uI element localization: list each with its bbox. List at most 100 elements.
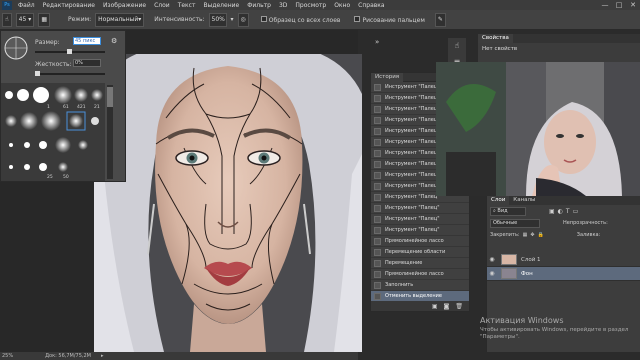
intensity-label: Интенсивность: — [154, 16, 205, 23]
history-item-label: Перемещение — [385, 260, 423, 266]
tab-properties[interactable]: Свойства — [478, 34, 513, 43]
pressure-icon[interactable]: ◎ — [237, 12, 249, 27]
history-item-label: Прямолинейное лассо — [385, 238, 444, 244]
menu-file[interactable]: Файл — [14, 2, 39, 9]
menu-select[interactable]: Выделение — [199, 2, 243, 9]
chevron-down-icon: ▾ — [138, 16, 142, 23]
scrollbar-thumb[interactable] — [107, 87, 113, 107]
brush-presets-illustration[interactable] — [1, 83, 105, 181]
mode-label: Режим: — [67, 16, 92, 23]
brush-angle-icon[interactable] — [3, 35, 29, 61]
lock-all-icon[interactable]: 🔒 — [538, 232, 544, 238]
menu-image[interactable]: Изображение — [99, 2, 150, 9]
history-item[interactable]: Инструмент "Палец" — [371, 203, 469, 214]
tab-channels[interactable]: Каналы — [509, 196, 539, 205]
doc-size: Док: 56,7M/75,2M — [45, 353, 91, 359]
size-slider-handle[interactable] — [67, 49, 72, 54]
expand-icon[interactable]: » — [375, 38, 385, 48]
brush-size-value: 45 — [18, 16, 27, 23]
zoom-level[interactable]: 25% — [2, 353, 13, 359]
hardness-label: Жесткость: — [35, 61, 72, 68]
hardness-input[interactable]: 0% — [73, 59, 101, 67]
layer-row[interactable]: ◉ Слой 1 — [487, 253, 640, 267]
chevron-right-icon[interactable]: ▸ — [101, 353, 104, 359]
options-bar: ☝ 45 ▾ ▦ Режим: Нормальный ▾ Интенсивност… — [0, 10, 640, 30]
mode-select[interactable]: Нормальный ▾ — [95, 12, 145, 27]
menu-view[interactable]: Просмотр — [291, 2, 330, 9]
preset-label: 1 — [47, 105, 50, 110]
history-item[interactable]: Перемещение — [371, 258, 469, 269]
history-step-icon — [374, 281, 381, 289]
history-item[interactable]: Заполнить — [371, 280, 469, 291]
pressure-size-icon[interactable]: ✎ — [434, 12, 446, 27]
history-item-label: Инструмент "Палец" — [385, 117, 440, 123]
menu-edit[interactable]: Редактирование — [39, 2, 99, 9]
history-item-label: Инструмент "Палец" — [385, 227, 440, 233]
window-controls: — □ ✕ — [598, 0, 640, 10]
menu-layers[interactable]: Слои — [150, 2, 174, 9]
layer-row[interactable]: ◉ Фон — [487, 267, 640, 281]
intensity-input[interactable]: 50% — [208, 12, 227, 27]
filter-text-icon[interactable]: T — [566, 208, 570, 215]
history-step-icon — [374, 237, 381, 245]
chevron-down-icon[interactable]: ▾ — [231, 16, 234, 23]
tab-history[interactable]: История — [371, 72, 404, 82]
chevron-down-icon: ▾ — [28, 16, 32, 23]
menu-window[interactable]: Окно — [330, 2, 354, 9]
hand-icon[interactable]: ☝ — [448, 38, 466, 54]
history-item-label: Инструмент "Палец" — [385, 84, 440, 90]
menu-text[interactable]: Текст — [174, 2, 200, 9]
layer-thumbnail — [501, 268, 517, 279]
tab-layers[interactable]: Слои — [487, 196, 510, 205]
brush-preset-picker[interactable]: 45 ▾ — [15, 12, 35, 27]
lock-move-icon[interactable]: ✥ — [530, 232, 534, 238]
close-button[interactable]: ✕ — [626, 0, 640, 10]
filter-image-icon[interactable]: ▣ — [549, 208, 555, 215]
history-step-icon — [374, 193, 381, 201]
finger-painting-checkbox[interactable]: Рисование пальцем — [354, 15, 425, 24]
history-item-label: Инструмент "Палец" — [385, 183, 440, 189]
menu-filter[interactable]: Фильтр — [243, 2, 275, 9]
history-item-label: Инструмент "Палец" — [385, 161, 440, 167]
size-label: Размер: — [35, 39, 60, 46]
properties-panel: Свойства Нет свойств — [478, 34, 640, 62]
trash-icon[interactable]: 🗑 — [455, 303, 463, 310]
lock-pixels-icon[interactable]: ▦ — [523, 232, 528, 238]
layer-name[interactable]: Слой 1 — [521, 257, 541, 263]
filter-adjust-icon[interactable]: ◐ — [558, 208, 563, 215]
portrait-image[interactable] — [94, 54, 362, 352]
history-item-label: Заполнить — [385, 282, 414, 288]
hardness-slider-handle[interactable] — [35, 71, 40, 76]
menu-help[interactable]: Справка — [354, 2, 388, 9]
size-input[interactable]: 45 пикс — [73, 37, 101, 45]
snapshot-icon[interactable]: ▣ — [432, 303, 438, 310]
brush-panel-toggle-icon[interactable]: ▦ — [38, 12, 50, 27]
smudge-tool-icon[interactable]: ☝ — [2, 12, 12, 27]
history-item-label: Инструмент "Палец" — [385, 194, 440, 200]
history-item[interactable]: Прямолинейное лассо — [371, 269, 469, 280]
history-step-icon — [374, 215, 381, 223]
eye-icon[interactable]: ◉ — [487, 256, 497, 263]
history-item[interactable]: Инструмент "Палец" — [371, 225, 469, 236]
blend-mode-select[interactable]: Обычные — [490, 218, 540, 228]
maximize-button[interactable]: □ — [612, 0, 626, 10]
preset-scrollbar[interactable] — [107, 85, 113, 179]
history-item[interactable]: Прямолинейное лассо — [371, 236, 469, 247]
history-step-icon — [374, 160, 381, 168]
history-item[interactable]: Перемещение области — [371, 247, 469, 258]
minimize-button[interactable]: — — [598, 0, 612, 10]
layer-thumbnail — [501, 254, 517, 265]
gear-icon[interactable]: ⚙ — [111, 37, 117, 45]
history-step-icon — [374, 259, 381, 267]
filter-shape-icon[interactable]: ▭ — [573, 208, 579, 215]
webcam-overlay — [436, 62, 640, 196]
layer-name[interactable]: Фон — [521, 271, 533, 277]
history-item[interactable]: Инструмент "Палец" — [371, 214, 469, 225]
hardness-slider[interactable] — [35, 73, 105, 75]
eye-icon[interactable]: ◉ — [487, 270, 497, 277]
menu-3d[interactable]: 3D — [275, 2, 291, 9]
layer-filter-select[interactable]: ⌕ Вид — [490, 206, 526, 216]
sample-all-layers-checkbox[interactable]: Образец со всех слоев — [260, 15, 340, 24]
history-step-icon — [374, 105, 381, 113]
camera-icon[interactable]: ◙ — [444, 303, 450, 310]
